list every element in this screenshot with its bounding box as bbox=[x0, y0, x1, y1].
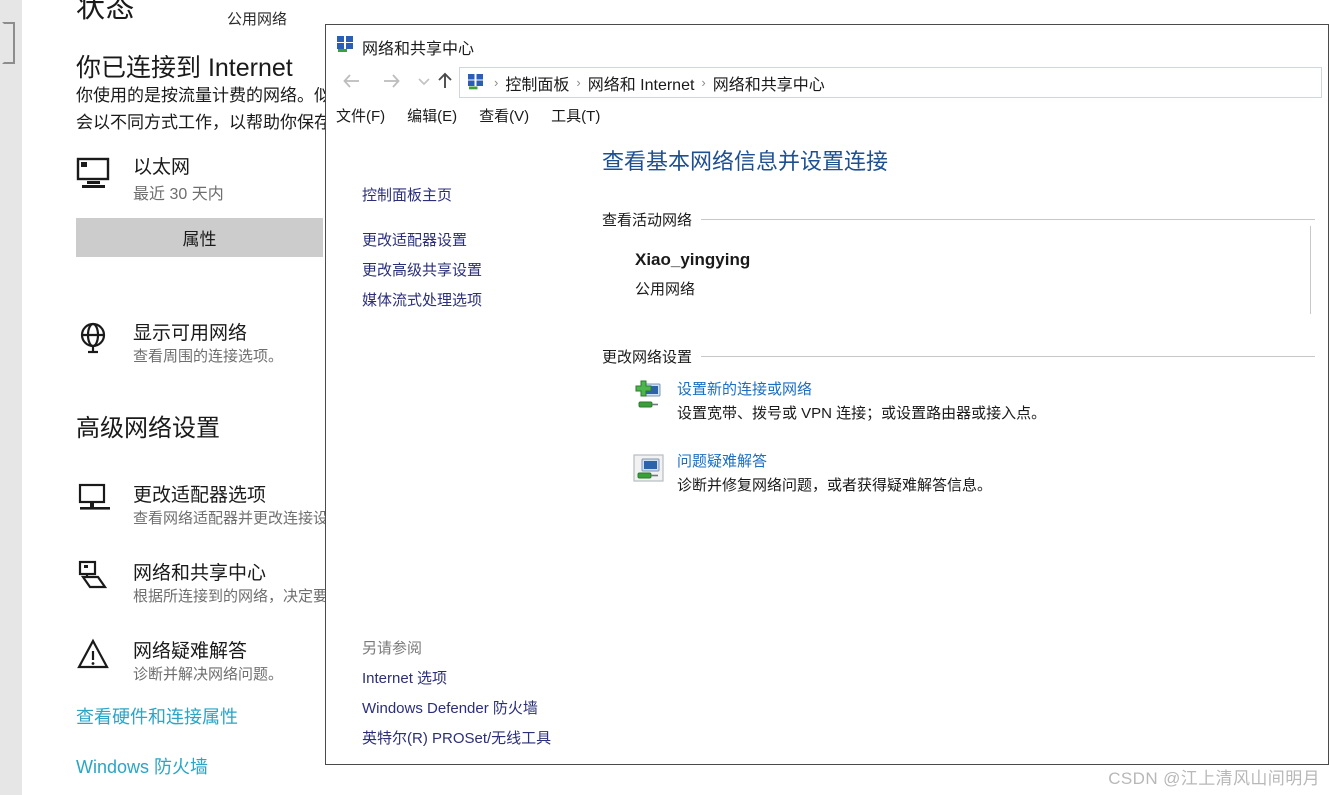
breadcrumb-separator-0: › bbox=[494, 75, 499, 90]
adapter-name: 以太网 bbox=[133, 157, 191, 178]
forward-button[interactable] bbox=[378, 70, 404, 96]
control-panel-main: 查看基本网络信息并设置连接 查看活动网络 Xiao_yingying 公用网络 … bbox=[595, 131, 1328, 764]
connected-status-heading: 你已连接到 Internet bbox=[76, 54, 293, 82]
setup-new-connection-link[interactable]: 设置新的连接或网络 bbox=[677, 378, 812, 399]
settings-network-kind: 公用网络 bbox=[227, 11, 288, 28]
menu-view[interactable]: 查看(V) bbox=[479, 105, 529, 126]
back-button[interactable] bbox=[339, 70, 365, 96]
settings-left-rail bbox=[0, 0, 22, 795]
change-adapter-options-title: 更改适配器选项 bbox=[133, 485, 267, 506]
adapter-monitor-icon bbox=[76, 482, 112, 518]
change-adapter-options-subtitle: 查看网络适配器并更改连接设置 bbox=[133, 510, 344, 527]
breadcrumb-item-network-internet[interactable]: 网络和 Internet bbox=[588, 71, 695, 95]
navigation-bar: › 控制面板 › 网络和 Internet › 网络和共享中心 bbox=[326, 65, 1328, 101]
see-also-label: 另请参阅 bbox=[362, 640, 423, 657]
adapter-usage-period: 最近 30 天内 bbox=[133, 186, 224, 203]
monitor-network-icon bbox=[76, 156, 114, 192]
share-folder-icon bbox=[76, 560, 112, 596]
see-also-internet-options[interactable]: Internet 选项 bbox=[362, 667, 447, 688]
active-network-divider bbox=[1310, 226, 1311, 314]
properties-button[interactable]: 属性 bbox=[76, 218, 323, 257]
breadcrumb-network-sharing-icon bbox=[468, 74, 485, 91]
watermark: CSDN @江上清风山间明月 bbox=[1108, 769, 1320, 788]
change-network-settings-label: 更改网络设置 bbox=[602, 349, 693, 366]
breadcrumb-item-network-sharing-center[interactable]: 网络和共享中心 bbox=[713, 71, 825, 95]
network-troubleshooter-subtitle: 诊断并解决网络问题。 bbox=[133, 666, 284, 683]
menu-edit[interactable]: 编辑(E) bbox=[407, 105, 457, 126]
menu-tools[interactable]: 工具(T) bbox=[551, 105, 600, 126]
troubleshoot-icon bbox=[633, 452, 665, 484]
network-sharing-center-title: 网络和共享中心 bbox=[133, 563, 267, 584]
window-title: 网络和共享中心 bbox=[362, 41, 475, 58]
show-networks-title: 显示可用网络 bbox=[133, 323, 248, 344]
sidebar-item-media-streaming-options[interactable]: 媒体流式处理选项 bbox=[362, 289, 482, 310]
troubleshoot-problems-description: 诊断并修复网络问题，或者获得疑难解答信息。 bbox=[677, 477, 993, 494]
windows-firewall-link[interactable]: Windows 防火墙 bbox=[76, 753, 208, 779]
breadcrumb-separator-2: › bbox=[701, 75, 706, 90]
new-connection-icon bbox=[633, 380, 665, 412]
menu-bar: 文件(F) 编辑(E) 查看(V) 工具(T) bbox=[326, 101, 1328, 129]
arrow-left-icon bbox=[341, 70, 363, 97]
breadcrumb[interactable]: › 控制面板 › 网络和 Internet › 网络和共享中心 bbox=[459, 67, 1322, 98]
breadcrumb-item-control-panel[interactable]: 控制面板 bbox=[505, 71, 569, 95]
ethernet-adapter-row: 以太网 最近 30 天内 bbox=[76, 152, 356, 206]
screen-root: 状态 公用网络 你已连接到 Internet 你使用的是按流量计费的网络。似 会… bbox=[0, 0, 1329, 795]
troubleshoot-problems-link[interactable]: 问题疑难解答 bbox=[677, 450, 767, 471]
change-network-settings-group-header: 更改网络设置 bbox=[602, 346, 1315, 367]
network-sharing-icon bbox=[337, 36, 355, 54]
arrow-up-icon bbox=[434, 70, 456, 97]
active-network-block: Xiao_yingying 公用网络 bbox=[602, 226, 1315, 314]
settings-page-title: 状态 bbox=[76, 0, 136, 24]
network-troubleshooter-title: 网络疑难解答 bbox=[133, 641, 248, 662]
active-network-name: Xiao_yingying bbox=[635, 250, 751, 269]
control-panel-sidebar: 控制面板主页 更改适配器设置 更改高级共享设置 媒体流式处理选项 另请参阅 In… bbox=[326, 131, 595, 764]
view-hardware-properties-link[interactable]: 查看硬件和连接属性 bbox=[76, 703, 238, 729]
network-sharing-center-window: 网络和共享中心 › 控制面板 › 网络和 Internet › 网络和共享中心 … bbox=[325, 24, 1329, 765]
arrow-right-icon bbox=[380, 70, 402, 97]
warning-triangle-icon bbox=[76, 638, 112, 674]
window-titlebar[interactable]: 网络和共享中心 bbox=[326, 25, 1328, 65]
group-divider bbox=[701, 219, 1315, 220]
active-network-type: 公用网络 bbox=[635, 281, 696, 298]
up-one-level-button[interactable] bbox=[432, 70, 458, 96]
sidebar-item-change-advanced-sharing[interactable]: 更改高级共享设置 bbox=[362, 259, 482, 280]
show-networks-subtitle: 查看周围的连接选项。 bbox=[133, 348, 284, 365]
setup-new-connection-description: 设置宽带、拨号或 VPN 连接；或设置路由器或接入点。 bbox=[677, 405, 1047, 422]
see-also-intel-proset-wireless[interactable]: 英特尔(R) PROSet/无线工具 bbox=[362, 727, 551, 748]
globe-icon bbox=[76, 320, 112, 356]
advanced-network-settings-heading: 高级网络设置 bbox=[76, 415, 220, 442]
metered-network-description: 你使用的是按流量计费的网络。似 会以不同方式工作，以帮助你保存 bbox=[76, 86, 331, 132]
see-also-windows-defender-firewall[interactable]: Windows Defender 防火墙 bbox=[362, 697, 538, 718]
menu-file[interactable]: 文件(F) bbox=[336, 105, 385, 126]
breadcrumb-separator-1: › bbox=[576, 75, 581, 90]
sidebar-item-change-adapter-settings[interactable]: 更改适配器设置 bbox=[362, 229, 467, 250]
sidebar-item-control-panel-home[interactable]: 控制面板主页 bbox=[362, 184, 452, 205]
rail-handle[interactable] bbox=[2, 22, 15, 64]
network-sharing-center-subtitle: 根据所连接到的网络，决定要共 bbox=[133, 588, 344, 605]
page-title: 查看基本网络信息并设置连接 bbox=[602, 149, 889, 174]
group-divider-2 bbox=[701, 356, 1315, 357]
